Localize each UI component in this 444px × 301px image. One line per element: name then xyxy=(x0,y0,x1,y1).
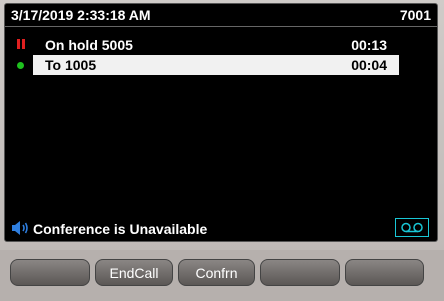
header-divider xyxy=(5,26,437,27)
end-call-button[interactable]: EndCall xyxy=(95,259,173,286)
line-extension: 7001 xyxy=(399,7,431,23)
voicemail-icon xyxy=(401,222,423,233)
call-timer: 00:04 xyxy=(351,57,387,73)
softkey-4[interactable] xyxy=(260,259,340,286)
voicemail-indicator[interactable] xyxy=(395,218,429,237)
active-call-icon xyxy=(17,62,24,69)
call-label: To 1005 xyxy=(45,57,97,73)
date-time: 3/17/2019 2:33:18 AM xyxy=(11,7,151,23)
conference-button[interactable]: Confrn xyxy=(178,259,255,286)
status-text: Conference is Unavailable xyxy=(33,221,208,237)
call-label: On hold 5005 xyxy=(45,37,133,53)
status-line: Conference is Unavailable xyxy=(11,218,391,238)
hold-icon xyxy=(17,39,25,49)
call-timer: 00:13 xyxy=(351,37,387,53)
softkey-5[interactable] xyxy=(345,259,424,286)
speaker-icon xyxy=(12,221,28,235)
call-line-active[interactable]: To 1005 00:04 xyxy=(33,55,399,75)
softkey-1[interactable] xyxy=(10,259,90,286)
call-line-hold[interactable]: On hold 5005 00:13 xyxy=(33,35,399,55)
header-bar: 3/17/2019 2:33:18 AM 7001 xyxy=(11,6,431,24)
phone-screen: 3/17/2019 2:33:18 AM 7001 On hold 5005 0… xyxy=(4,3,438,242)
